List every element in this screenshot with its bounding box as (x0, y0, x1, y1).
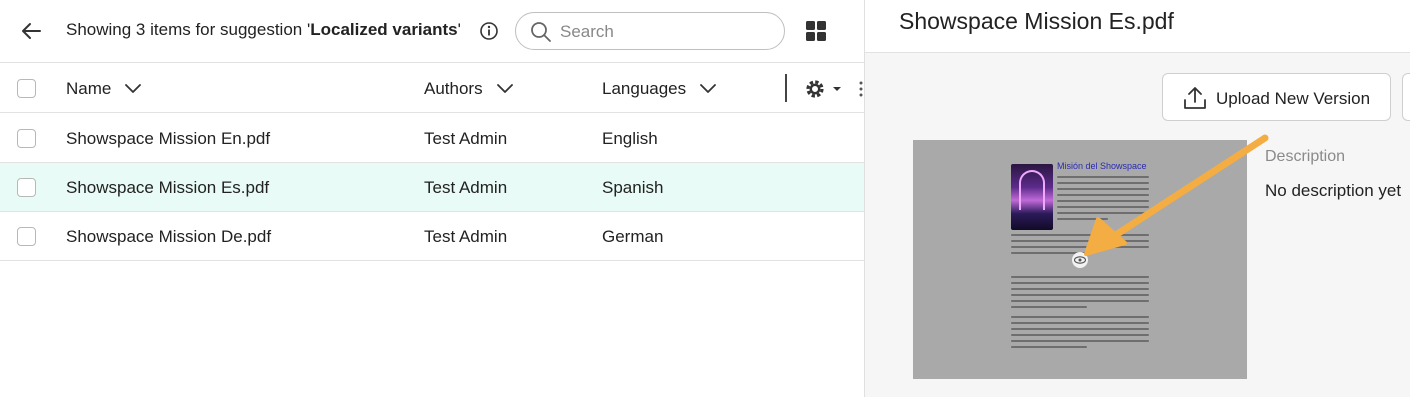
summary-suffix: ' (457, 20, 461, 39)
preview-text-line (1057, 176, 1149, 178)
preview-text-line (1011, 288, 1149, 290)
preview-text-line (1011, 306, 1087, 308)
column-settings-button[interactable] (804, 77, 846, 101)
results-toolbar: Showing 3 items for suggestion 'Localize… (0, 0, 864, 63)
results-summary: Showing 3 items for suggestion 'Localize… (66, 20, 461, 40)
description-label: Description (1265, 148, 1346, 165)
preview-text-line (1057, 188, 1149, 190)
column-authors-header[interactable]: Authors (424, 79, 513, 99)
preview-text-line (1057, 182, 1149, 184)
preview-text-line (1011, 340, 1149, 342)
preview-text-line (1011, 334, 1149, 336)
table-row-selected[interactable]: Showspace Mission Es.pdf Test Admin Span… (0, 163, 864, 212)
table-header: Name Authors Languages (0, 64, 864, 113)
row-author: Test Admin (424, 227, 508, 246)
preview-text-line (1011, 322, 1149, 324)
row-language: German (602, 227, 664, 246)
row-name: Showspace Mission Es.pdf (66, 178, 270, 197)
suggestion-name: Localized variants (310, 20, 458, 39)
select-all-checkbox[interactable] (17, 79, 36, 98)
preview-text-line (1057, 218, 1108, 220)
more-actions-button[interactable] (1402, 73, 1410, 121)
preview-text-line (1057, 200, 1149, 202)
document-cover-image (1011, 164, 1053, 230)
search-icon (530, 21, 552, 43)
upload-button-label: Upload New Version (1216, 89, 1371, 108)
search-box[interactable] (515, 12, 785, 50)
row-checkbox[interactable] (17, 178, 36, 197)
detail-header: Showspace Mission Es.pdf (865, 0, 1410, 53)
column-authors-label: Authors (424, 79, 483, 98)
preview-text-line (1011, 300, 1149, 302)
column-languages-label: Languages (602, 79, 687, 98)
preview-text-line (1011, 246, 1149, 248)
column-divider (785, 74, 787, 102)
upload-new-version-button[interactable]: Upload New Version (1162, 73, 1391, 121)
row-author: Test Admin (424, 178, 508, 197)
gear-icon (806, 80, 841, 98)
preview-text-line (1057, 194, 1149, 196)
table-row[interactable]: Showspace Mission De.pdf Test Admin Germ… (0, 212, 864, 261)
column-name-label: Name (66, 79, 112, 98)
preview-text-line (1057, 206, 1149, 208)
detail-title: Showspace Mission Es.pdf (899, 8, 1174, 34)
row-checkbox[interactable] (17, 129, 36, 148)
table-row[interactable]: Showspace Mission En.pdf Test Admin Engl… (0, 114, 864, 163)
search-input[interactable] (560, 19, 770, 45)
preview-text-line (1011, 282, 1149, 284)
description-value: No description yet (1265, 181, 1402, 200)
column-languages-header[interactable]: Languages (602, 79, 717, 99)
document-preview[interactable]: Misión del Showspace (913, 140, 1247, 379)
preview-text-line (1011, 316, 1149, 318)
info-icon[interactable] (479, 21, 499, 41)
back-arrow-icon[interactable] (18, 18, 46, 44)
preview-text-line (1011, 276, 1149, 278)
preview-text-line (1011, 234, 1149, 236)
detail-pane: Showspace Mission Es.pdf Upload New Vers… (864, 0, 1410, 397)
chevron-down-icon (496, 84, 513, 93)
row-language: English (602, 129, 658, 148)
preview-text-line (1011, 328, 1149, 330)
preview-text-line (1011, 294, 1149, 296)
chevron-down-icon (125, 84, 142, 93)
results-pane: Showing 3 items for suggestion 'Localize… (0, 0, 864, 397)
summary-prefix: Showing 3 items for suggestion ' (66, 20, 311, 39)
grid-view-icon[interactable] (805, 20, 827, 42)
row-checkbox[interactable] (17, 227, 36, 246)
row-author: Test Admin (424, 129, 508, 148)
row-language: Spanish (602, 178, 664, 197)
preview-text-line (1011, 346, 1087, 348)
eye-icon[interactable] (1072, 252, 1088, 268)
row-name: Showspace Mission En.pdf (66, 129, 271, 148)
upload-icon (1184, 87, 1206, 109)
chevron-down-icon (700, 84, 717, 93)
column-name-header[interactable]: Name (66, 79, 142, 99)
preview-doc-title: Misión del Showspace (1057, 161, 1147, 171)
preview-text-line (1011, 240, 1149, 242)
row-name: Showspace Mission De.pdf (66, 227, 272, 246)
preview-text-line (1057, 212, 1149, 214)
